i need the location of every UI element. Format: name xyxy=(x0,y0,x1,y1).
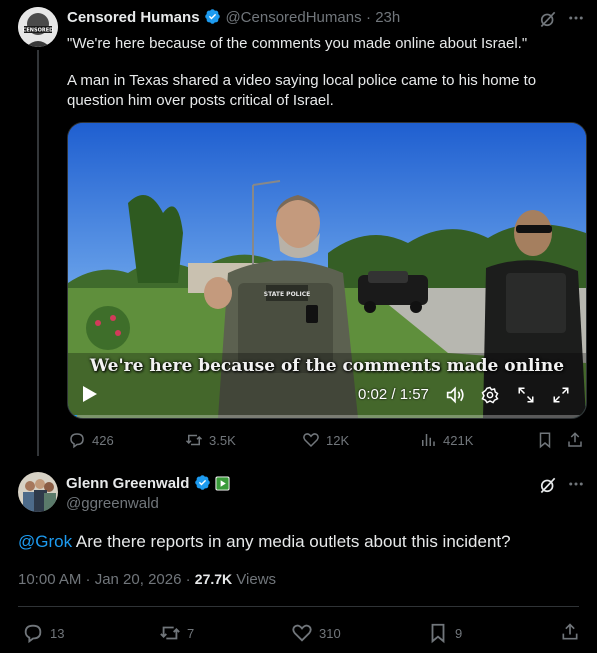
rumble-affiliate-icon[interactable] xyxy=(215,476,230,496)
grok-icon[interactable] xyxy=(538,475,558,500)
repost-button[interactable]: 7 xyxy=(159,622,194,644)
settings-gear-icon[interactable] xyxy=(481,386,499,409)
bookmark-count: 9 xyxy=(455,625,463,641)
author-name[interactable]: Censored Humans xyxy=(67,9,200,26)
video-player[interactable]: STATE POLICE We're here because of the c… xyxy=(67,122,587,419)
analytics-icon xyxy=(422,434,435,446)
post-timestamp[interactable]: 10:00 AM · Jan 20, 2026 · xyxy=(18,571,195,588)
like-button[interactable]: 12K xyxy=(302,431,349,449)
reply-button[interactable]: 426 xyxy=(68,431,114,449)
tweet1-text-body: A man in Texas shared a video saying loc… xyxy=(67,72,537,109)
police-vest-label: STATE POLICE xyxy=(264,291,310,298)
reply-icon xyxy=(24,624,42,644)
author-handle[interactable]: @ggreenwald xyxy=(66,495,159,512)
repost-count: 7 xyxy=(187,625,195,641)
video-subtitle: We're here because of the comments made … xyxy=(89,356,565,376)
video-progress-track[interactable] xyxy=(68,415,586,418)
fullscreen-icon[interactable] xyxy=(552,386,570,409)
view-count: 421K xyxy=(443,432,474,448)
verified-badge-icon xyxy=(194,474,211,496)
tweet2-meta: 10:00 AM · Jan 20, 2026 · 27.7K Views xyxy=(18,571,276,588)
tweet1-text-quote: "We're here because of the comments you … xyxy=(67,35,528,52)
bookmark-icon[interactable] xyxy=(536,431,554,454)
share-icon[interactable] xyxy=(560,622,580,647)
views-count: 27.7K xyxy=(194,571,233,587)
tweet2-text-body: Are there reports in any media outlets a… xyxy=(72,532,511,551)
tweet1-header: Censored Humans @CensoredHumans · 23h xyxy=(67,8,400,30)
like-count: 310 xyxy=(319,625,341,641)
author-name[interactable]: Glenn Greenwald xyxy=(66,475,189,492)
share-icon[interactable] xyxy=(566,431,584,454)
picture-in-picture-icon[interactable] xyxy=(517,386,535,409)
post-time[interactable]: · 23h xyxy=(366,9,400,26)
video-time: 0:02 / 1:57 xyxy=(358,386,429,403)
reply-count: 13 xyxy=(50,625,65,641)
reply-count: 426 xyxy=(92,432,114,448)
repost-count: 3.5K xyxy=(209,432,236,448)
bookmark-icon xyxy=(431,623,445,644)
views-button[interactable]: 421K xyxy=(419,431,473,449)
glenn-greenwald-avatar[interactable] xyxy=(18,472,58,512)
verified-badge-icon xyxy=(204,8,221,30)
more-options-icon[interactable] xyxy=(567,475,585,498)
reply-button[interactable]: 13 xyxy=(22,622,64,644)
heart-icon xyxy=(292,624,312,642)
bookmark-button[interactable]: 9 xyxy=(427,622,462,644)
grok-icon[interactable] xyxy=(538,9,558,34)
meta-divider xyxy=(18,606,579,607)
censored-humans-avatar[interactable]: CENSORED xyxy=(18,7,58,47)
reply-icon xyxy=(70,433,84,449)
video-progress-fill xyxy=(68,415,77,418)
grok-mention-link[interactable]: @Grok xyxy=(18,532,72,551)
like-button[interactable]: 310 xyxy=(291,622,341,644)
tweet2-header: Glenn Greenwald xyxy=(66,474,230,496)
heart-icon xyxy=(303,433,319,448)
avatar-censored-text: CENSORED xyxy=(23,28,54,34)
like-count: 12K xyxy=(326,432,350,448)
play-button-icon[interactable] xyxy=(82,385,98,408)
volume-icon[interactable] xyxy=(445,386,465,409)
repost-button[interactable]: 3.5K xyxy=(185,431,236,449)
thread-connector-line xyxy=(37,50,39,456)
repost-icon xyxy=(160,626,180,640)
tweet2-text: @Grok Are there reports in any media out… xyxy=(18,531,578,553)
author-handle[interactable]: @CensoredHumans xyxy=(225,9,361,26)
more-options-icon[interactable] xyxy=(567,9,585,32)
repost-icon xyxy=(185,434,203,446)
views-label: Views xyxy=(232,571,277,588)
